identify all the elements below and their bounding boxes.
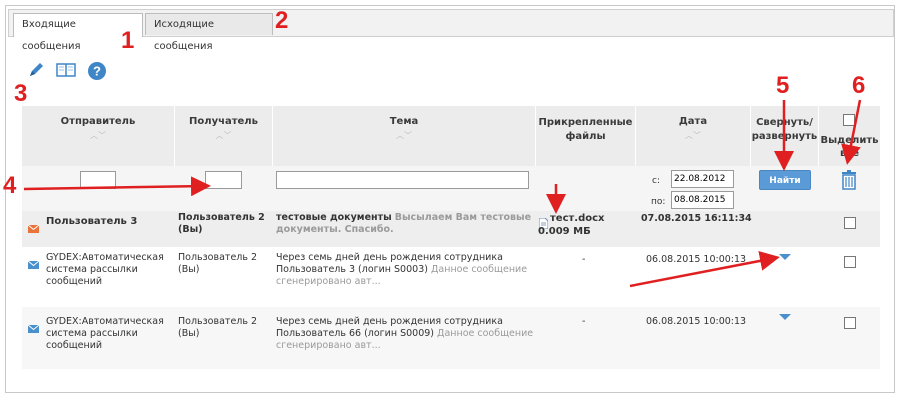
- annotation-arrows: [23, 99, 862, 288]
- arrow-8: [629, 251, 780, 288]
- arrow-4: [23, 176, 211, 197]
- arrow-6: [841, 99, 862, 165]
